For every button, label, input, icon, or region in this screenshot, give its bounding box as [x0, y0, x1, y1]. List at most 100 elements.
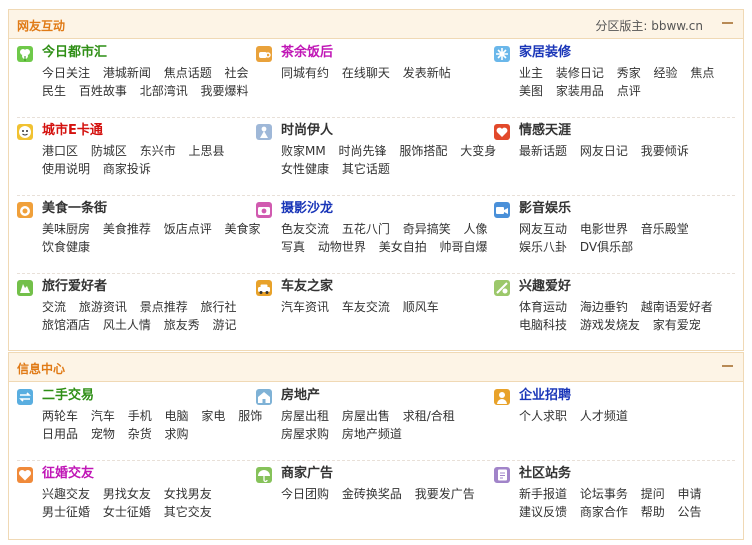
subforum-link[interactable]: 家有爱宠: [653, 318, 701, 332]
category-title-link[interactable]: 房地产: [281, 388, 320, 404]
subforum-link[interactable]: 其它交友: [164, 505, 212, 519]
subforum-link[interactable]: 港城新闻: [103, 66, 151, 80]
category-title-link[interactable]: 茶余饭后: [281, 45, 333, 61]
subforum-link[interactable]: 女士征婚: [103, 505, 151, 519]
category-title-link[interactable]: 二手交易: [42, 388, 94, 404]
subforum-link[interactable]: 网友互动: [519, 222, 567, 236]
category-title-link[interactable]: 社区站务: [519, 466, 571, 482]
subforum-link[interactable]: DV俱乐部: [580, 240, 633, 254]
subforum-link[interactable]: 景点推荐: [140, 300, 188, 314]
subforum-link[interactable]: 我要爆料: [201, 84, 249, 98]
subforum-link[interactable]: 饭店点评: [164, 222, 212, 236]
subforum-link[interactable]: 旅行社: [201, 300, 237, 314]
subforum-link[interactable]: 宠物: [91, 427, 115, 441]
subforum-link[interactable]: 秀家: [617, 66, 641, 80]
subforum-link[interactable]: 个人求职: [519, 409, 567, 423]
collapse-icon[interactable]: [722, 365, 733, 367]
subforum-link[interactable]: 奇异搞笑: [403, 222, 451, 236]
subforum-link[interactable]: 娱乐八卦: [519, 240, 567, 254]
subforum-link[interactable]: 交流: [42, 300, 66, 314]
subforum-link[interactable]: 音乐殿堂: [641, 222, 689, 236]
subforum-link[interactable]: 日用品: [42, 427, 78, 441]
subforum-link[interactable]: 杂货: [128, 427, 152, 441]
subforum-link[interactable]: 申请: [678, 487, 702, 501]
subforum-link[interactable]: 商家合作: [580, 505, 628, 519]
subforum-link[interactable]: 大变身: [460, 144, 496, 158]
subforum-link[interactable]: 风土人情: [103, 318, 151, 332]
category-title-link[interactable]: 商家广告: [281, 466, 333, 482]
subforum-link[interactable]: 建议反馈: [519, 505, 567, 519]
collapse-icon[interactable]: [722, 22, 733, 24]
subforum-link[interactable]: 在线聊天: [342, 66, 390, 80]
subforum-link[interactable]: 防城区: [91, 144, 127, 158]
subforum-link[interactable]: 女找男友: [164, 487, 212, 501]
subforum-link[interactable]: 顺风车: [403, 300, 439, 314]
subforum-link[interactable]: 美女自拍: [379, 240, 427, 254]
category-title-link[interactable]: 时尚伊人: [281, 123, 333, 139]
subforum-link[interactable]: 电脑科技: [519, 318, 567, 332]
subforum-link[interactable]: 今日团购: [281, 487, 329, 501]
subforum-link[interactable]: 游戏发烧友: [580, 318, 640, 332]
subforum-link[interactable]: 帅哥自爆: [440, 240, 488, 254]
subforum-link[interactable]: 其它话题: [342, 162, 390, 176]
subforum-link[interactable]: 汽车资讯: [281, 300, 329, 314]
subforum-link[interactable]: 我要倾诉: [641, 144, 689, 158]
subforum-link[interactable]: 使用说明: [42, 162, 90, 176]
subforum-link[interactable]: 帮助: [641, 505, 665, 519]
subforum-link[interactable]: 动物世界: [318, 240, 366, 254]
subforum-link[interactable]: 越南语爱好者: [641, 300, 713, 314]
subforum-link[interactable]: 提问: [641, 487, 665, 501]
subforum-link[interactable]: 车友交流: [342, 300, 390, 314]
subforum-link[interactable]: 电影世界: [580, 222, 628, 236]
category-title-link[interactable]: 企业招聘: [519, 388, 571, 404]
subforum-link[interactable]: 民生: [42, 84, 66, 98]
subforum-link[interactable]: 我要发广告: [415, 487, 475, 501]
subforum-link[interactable]: 写真: [281, 240, 305, 254]
moderator-link[interactable]: bbww.cn: [651, 19, 703, 33]
subforum-link[interactable]: 房屋出售: [342, 409, 390, 423]
subforum-link[interactable]: 商家投诉: [103, 162, 151, 176]
category-title-link[interactable]: 情感天涯: [519, 123, 571, 139]
subforum-link[interactable]: 求租/合租: [403, 409, 455, 423]
subforum-link[interactable]: 旅游资讯: [79, 300, 127, 314]
subforum-link[interactable]: 电脑: [165, 409, 189, 423]
subforum-link[interactable]: 房地产频道: [342, 427, 402, 441]
subforum-link[interactable]: 发表新帖: [403, 66, 451, 80]
category-title-link[interactable]: 摄影沙龙: [281, 201, 333, 217]
subforum-link[interactable]: 人像: [464, 222, 488, 236]
category-title-link[interactable]: 影音娱乐: [519, 201, 571, 217]
subforum-link[interactable]: 求购: [165, 427, 189, 441]
subforum-link[interactable]: 最新话题: [519, 144, 567, 158]
subforum-link[interactable]: 服饰搭配: [399, 144, 447, 158]
subforum-link[interactable]: 上思县: [189, 144, 225, 158]
subforum-link[interactable]: 房屋求购: [281, 427, 329, 441]
subforum-link[interactable]: 败家MM: [281, 144, 326, 158]
category-title-link[interactable]: 旅行爱好者: [42, 279, 107, 295]
category-title-link[interactable]: 车友之家: [281, 279, 333, 295]
subforum-link[interactable]: 美味厨房: [42, 222, 90, 236]
subforum-link[interactable]: 论坛事务: [580, 487, 628, 501]
subforum-link[interactable]: 北部湾讯: [140, 84, 188, 98]
subforum-link[interactable]: 旅馆酒店: [42, 318, 90, 332]
subforum-link[interactable]: 港口区: [42, 144, 78, 158]
category-title-link[interactable]: 城市E卡通: [42, 123, 103, 139]
subforum-link[interactable]: 社会: [225, 66, 249, 80]
subforum-link[interactable]: 五花八门: [342, 222, 390, 236]
subforum-link[interactable]: 公告: [678, 505, 702, 519]
subforum-link[interactable]: 女性健康: [281, 162, 329, 176]
subforum-link[interactable]: 两轮车: [42, 409, 78, 423]
subforum-link[interactable]: 今日关注: [42, 66, 90, 80]
subforum-link[interactable]: 点评: [617, 84, 641, 98]
subforum-link[interactable]: 新手报道: [519, 487, 567, 501]
subforum-link[interactable]: 家装用品: [556, 84, 604, 98]
subforum-link[interactable]: 男找女友: [103, 487, 151, 501]
subforum-link[interactable]: 百姓故事: [79, 84, 127, 98]
subforum-link[interactable]: 时尚先锋: [339, 144, 387, 158]
subforum-link[interactable]: 美图: [519, 84, 543, 98]
subforum-link[interactable]: 美食推荐: [103, 222, 151, 236]
subforum-link[interactable]: 手机: [128, 409, 152, 423]
subforum-link[interactable]: 家电: [201, 409, 225, 423]
subforum-link[interactable]: 游记: [213, 318, 237, 332]
subforum-link[interactable]: 色友交流: [281, 222, 329, 236]
subforum-link[interactable]: 东兴市: [140, 144, 176, 158]
